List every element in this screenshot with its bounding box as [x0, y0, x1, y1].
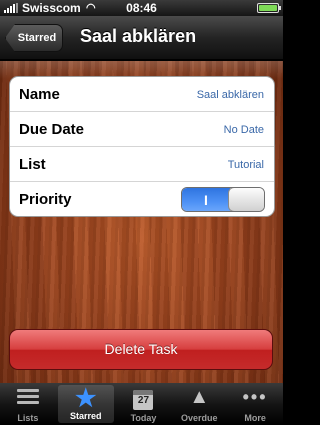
tab-label: Overdue [181, 413, 218, 423]
back-button[interactable]: Starred [5, 24, 63, 52]
due-date-label: Due Date [19, 121, 85, 138]
navigation-bar: Starred Saal abklären [0, 16, 283, 60]
due-date-row[interactable]: Due Date No Date [10, 112, 274, 147]
task-properties-table: Name Saal abklären Due Date No Date List… [9, 76, 275, 217]
due-date-value: No Date [223, 124, 264, 136]
tab-today[interactable]: 27 Today [116, 383, 172, 425]
priority-label: Priority [19, 191, 72, 208]
battery-icon [257, 3, 281, 13]
warning-icon: ▲ [189, 386, 210, 408]
more-icon: ••• [242, 387, 268, 407]
name-row[interactable]: Name Saal abklären [10, 77, 274, 112]
priority-toggle[interactable]: I [181, 187, 265, 212]
calendar-day: 27 [133, 390, 154, 410]
tab-bar: Lists ★ Starred 27 Today ▲ Overdue ••• M… [0, 383, 283, 425]
clock: 08:46 [126, 1, 157, 15]
tab-more[interactable]: ••• More [227, 383, 283, 425]
task-detail-view: Name Saal abklären Due Date No Date List… [0, 61, 283, 383]
tab-label: Starred [69, 411, 102, 421]
tab-lists[interactable]: Lists [0, 383, 56, 425]
name-label: Name [19, 86, 60, 103]
tab-overdue[interactable]: ▲ Overdue [171, 383, 227, 425]
name-value: Saal abklären [196, 89, 264, 101]
page-title: Saal abklären [80, 26, 197, 46]
star-icon: ★ [74, 385, 97, 412]
lists-icon [0, 383, 56, 409]
calendar-icon: 27 [116, 383, 172, 410]
priority-row: Priority I [10, 182, 274, 216]
delete-task-button[interactable]: Delete Task [9, 329, 273, 370]
list-row[interactable]: List Tutorial [10, 147, 274, 182]
tab-label: Today [130, 413, 157, 423]
toggle-on-indicator: I [182, 188, 230, 211]
list-value: Tutorial [227, 159, 264, 171]
list-label: List [19, 156, 46, 173]
status-bar: Swisscom ◠ 08:46 [0, 0, 283, 16]
toggle-knob[interactable] [228, 188, 264, 211]
tab-label: Lists [17, 413, 39, 423]
tab-starred[interactable]: ★ Starred [57, 385, 114, 423]
tab-label: More [244, 413, 266, 423]
